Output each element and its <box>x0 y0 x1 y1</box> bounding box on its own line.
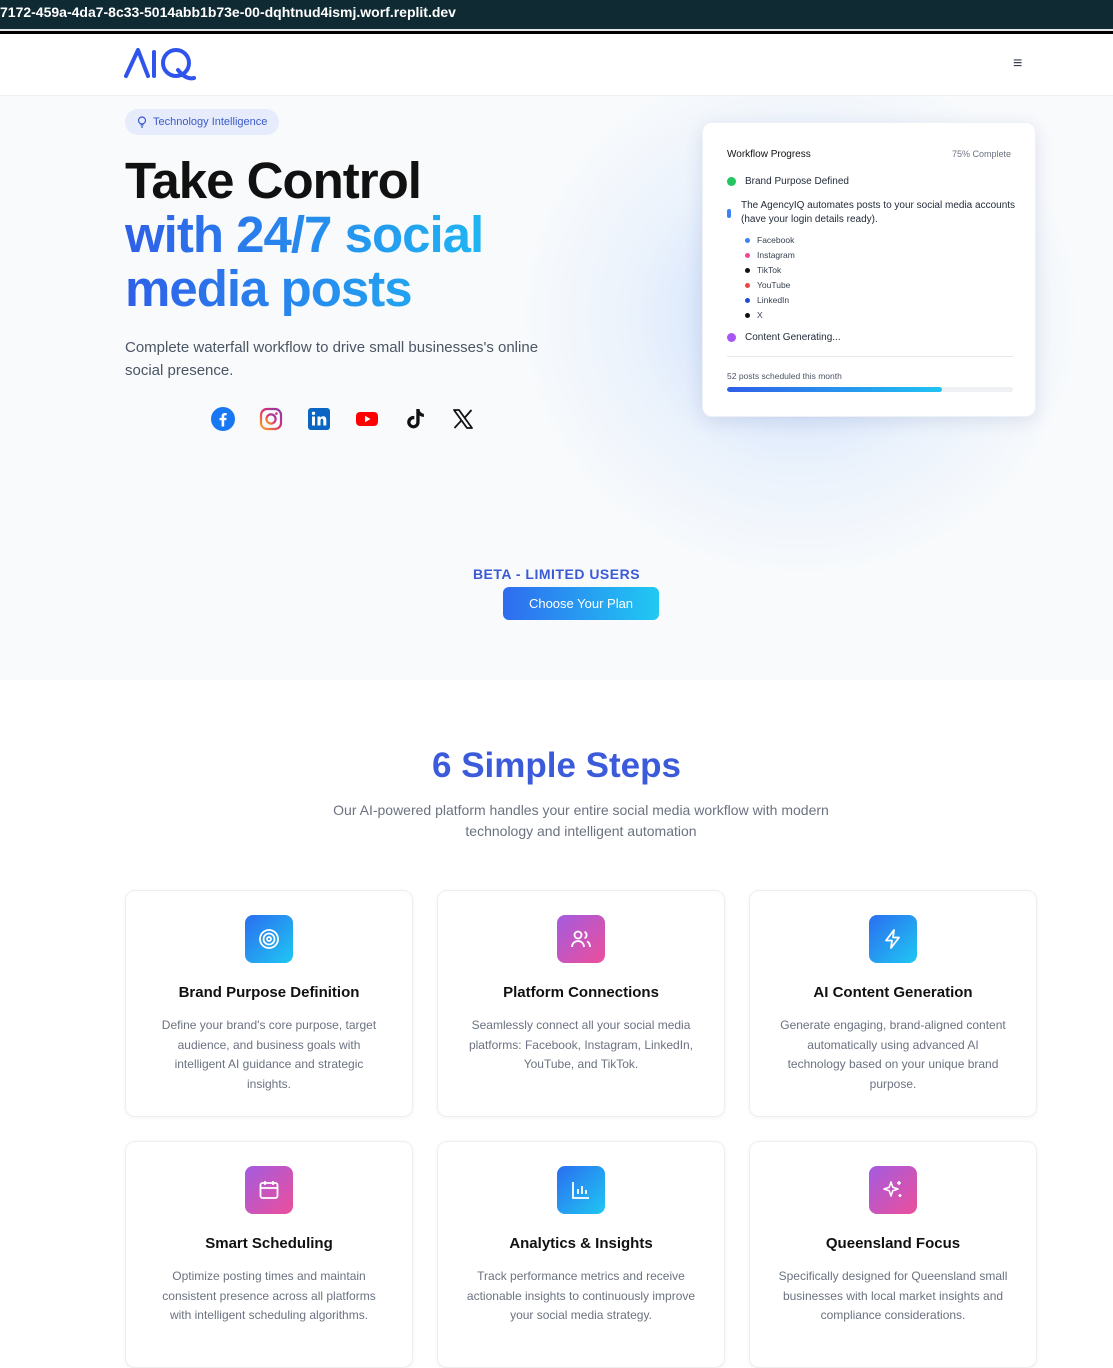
platform-name: YouTube <box>757 280 791 290</box>
platform-name: Instagram <box>757 250 795 260</box>
platform-item: TikTok <box>745 265 795 280</box>
feature-description: Specifically designed for Queensland sma… <box>778 1269 1008 1322</box>
step-2-label: The AgencyIQ automates posts to your soc… <box>741 200 1016 225</box>
feature-card-analytics[interactable]: Analytics & Insights Track performance m… <box>437 1141 725 1368</box>
target-icon <box>245 915 293 963</box>
hamburger-menu-icon[interactable]: ≡ <box>1013 56 1022 72</box>
youtube-icon[interactable] <box>355 407 379 431</box>
steps-title: 6 Simple Steps <box>432 746 681 785</box>
platform-dot <box>745 313 750 318</box>
feature-description: Generate engaging, brand-aligned content… <box>780 1018 1006 1091</box>
platform-item: YouTube <box>745 280 795 295</box>
feature-card-smart-scheduling[interactable]: Smart Scheduling Optimize posting times … <box>125 1141 413 1368</box>
status-dot-complete <box>727 177 736 186</box>
aiq-logo[interactable] <box>124 44 196 89</box>
lightning-icon <box>869 915 917 963</box>
sparkles-icon <box>869 1166 917 1214</box>
hero-subtitle: Complete waterfall workflow to drive sma… <box>125 339 539 379</box>
steps-subtitle: Our AI-powered platform handles your ent… <box>333 802 829 839</box>
status-bar-active <box>727 209 731 218</box>
platform-dot <box>745 238 750 243</box>
feature-description: Seamlessly connect all your social media… <box>468 1018 694 1071</box>
feature-description: Optimize posting times and maintain cons… <box>162 1269 376 1322</box>
heading-line-1: Take Control <box>125 152 422 209</box>
workflow-progress-card: Workflow Progress 75% Complete Brand Pur… <box>702 122 1036 417</box>
platform-dot <box>745 253 750 258</box>
heading-line-2: with 24/7 social <box>125 206 484 263</box>
workflow-percent: 75% Complete <box>951 149 1011 159</box>
hero-section: Technology Intelligence Take Control wit… <box>0 96 1113 680</box>
platform-dot <box>745 283 750 288</box>
platform-item: Facebook <box>745 235 795 250</box>
feature-title: Queensland Focus <box>825 1235 961 1252</box>
platform-dot <box>745 298 750 303</box>
step-3-label: Content Generating... <box>745 332 841 343</box>
feature-title: AI Content Generation <box>813 984 973 1001</box>
workflow-title: Workflow Progress <box>727 149 811 160</box>
instagram-icon[interactable] <box>259 407 283 431</box>
browser-url-bar[interactable]: 7172-459a-4da7-8c33-5014abb1b73e-00-dqht… <box>0 0 1113 34</box>
hero-heading: Take Control with 24/7 social media post… <box>125 152 484 316</box>
top-navigation: ≡ <box>0 34 1113 96</box>
platform-item: X <box>745 310 795 325</box>
platform-item: LinkedIn <box>745 295 795 310</box>
tiktok-icon[interactable] <box>403 407 427 431</box>
heading-line-3: media posts <box>125 262 483 316</box>
calendar-icon <box>245 1166 293 1214</box>
x-icon[interactable] <box>451 407 475 431</box>
feature-title: Analytics & Insights <box>509 1235 653 1252</box>
logo-mark <box>124 48 196 81</box>
status-dot-generating <box>727 333 736 342</box>
linkedin-icon[interactable] <box>307 407 331 431</box>
card-divider <box>727 356 1013 357</box>
platform-item: Instagram <box>745 250 795 265</box>
bar-chart-icon <box>557 1166 605 1214</box>
feature-card-queensland[interactable]: Queensland Focus Specifically designed f… <box>749 1141 1037 1368</box>
feature-card-ai-content[interactable]: AI Content Generation Generate engaging,… <box>749 890 1037 1117</box>
feature-title: Platform Connections <box>503 984 659 1001</box>
users-icon <box>557 915 605 963</box>
platform-name: X <box>757 310 763 320</box>
progress-track <box>727 387 1013 392</box>
url-text: 7172-459a-4da7-8c33-5014abb1b73e-00-dqht… <box>0 4 456 20</box>
badge-label: Technology Intelligence <box>153 116 268 128</box>
progress-fill <box>727 387 942 392</box>
feature-card-brand-purpose[interactable]: Brand Purpose Definition Define your bra… <box>125 890 413 1117</box>
url-bar-divider <box>0 29 1113 31</box>
feature-card-platform-connections[interactable]: Platform Connections Seamlessly connect … <box>437 890 725 1117</box>
choose-plan-button[interactable]: Choose Your Plan <box>503 587 659 620</box>
beta-label: BETA - LIMITED USERS <box>472 566 641 582</box>
facebook-icon[interactable] <box>211 407 235 431</box>
step-1-label: Brand Purpose Defined <box>745 176 849 187</box>
platform-name: TikTok <box>757 265 782 275</box>
feature-title: Brand Purpose Definition <box>178 984 360 1001</box>
platform-list: Facebook Instagram TikTok YouTube Linked… <box>745 235 795 325</box>
lightbulb-icon <box>137 116 147 128</box>
platform-name: LinkedIn <box>757 295 790 305</box>
social-icons-row <box>211 407 475 431</box>
technology-badge: Technology Intelligence <box>125 109 280 135</box>
platform-name: Facebook <box>757 235 795 245</box>
platform-dot <box>745 268 750 273</box>
feature-title: Smart Scheduling <box>205 1235 333 1252</box>
scheduled-posts-label: 52 posts scheduled this month <box>727 371 842 381</box>
feature-description: Track performance metrics and receive ac… <box>466 1269 696 1322</box>
feature-description: Define your brand's core purpose, target… <box>161 1018 377 1091</box>
